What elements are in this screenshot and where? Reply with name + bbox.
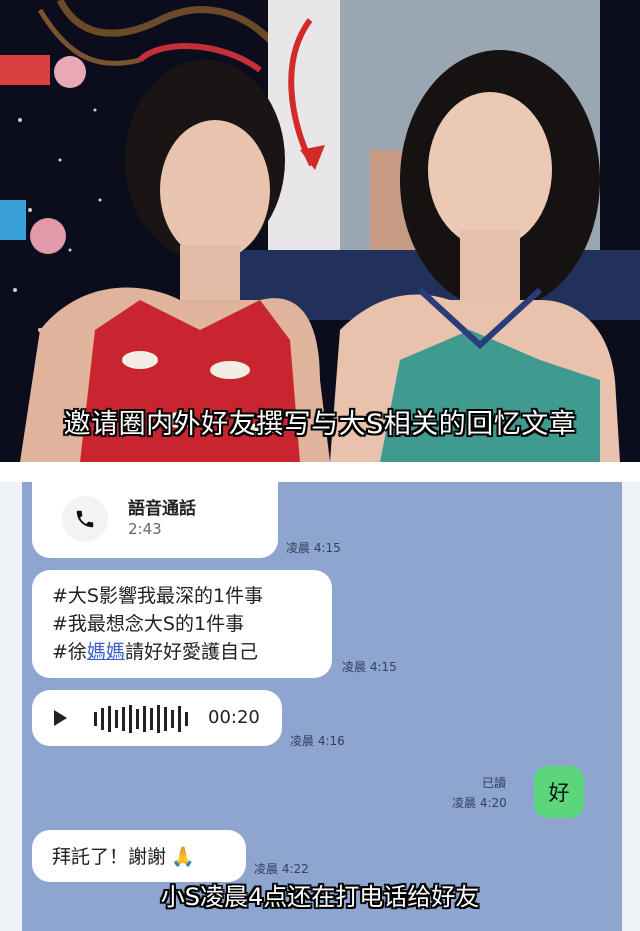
phone-icon bbox=[62, 496, 108, 542]
waveform-icon bbox=[94, 705, 188, 733]
call-timestamp: 凌晨 4:15 bbox=[286, 541, 341, 555]
thanks-text: 拜託了！謝謝 bbox=[52, 846, 167, 868]
voice-timestamp: 凌晨 4:16 bbox=[290, 734, 345, 748]
call-title: 語音通話 bbox=[128, 499, 196, 519]
message-timestamp: 凌晨 4:15 bbox=[342, 660, 397, 674]
message-line-3: #徐媽媽請好好愛護自己 bbox=[52, 638, 332, 666]
voice-message-bubble[interactable]: 00:20 bbox=[32, 690, 282, 746]
reply-timestamp: 凌晨 4:20 bbox=[452, 796, 507, 810]
reply-bubble[interactable]: 好 bbox=[534, 766, 584, 818]
thanks-message-bubble[interactable]: 拜託了！謝謝 🙏 bbox=[32, 830, 246, 882]
photo-caption: 邀请圈内外好友撰写与大S相关的回忆文章 bbox=[63, 409, 577, 440]
photo-panel: 邀请圈内外好友撰写与大S相关的回忆文章 bbox=[0, 0, 640, 462]
divider bbox=[0, 462, 640, 482]
read-receipt: 已讀 bbox=[482, 776, 507, 790]
thanks-timestamp: 凌晨 4:22 bbox=[254, 862, 309, 876]
message-line-1: #大S影響我最深的1件事 bbox=[52, 585, 264, 607]
voice-call-bubble[interactable]: 語音通話 2:43 bbox=[32, 482, 278, 558]
chat-screenshot: 語音通話 2:43 凌晨 4:15 #大S影響我最深的1件事 #我最想念大S的1… bbox=[22, 482, 622, 931]
photo-illustration bbox=[0, 0, 640, 462]
bottom-caption: 小S凌晨4点还在打电话给好友 bbox=[160, 883, 480, 911]
message-line-2: #我最想念大S的1件事 bbox=[52, 613, 245, 635]
side-margin-right bbox=[622, 482, 640, 931]
call-duration: 2:43 bbox=[128, 520, 162, 538]
pray-emoji-icon: 🙏 bbox=[171, 846, 195, 868]
message-line-3-suffix: 請好好愛護自己 bbox=[124, 641, 258, 663]
side-margin-left bbox=[0, 482, 22, 931]
play-icon[interactable] bbox=[54, 710, 67, 726]
message-line-3-prefix: #徐 bbox=[52, 641, 87, 663]
message-link[interactable]: 媽媽 bbox=[87, 641, 125, 663]
voice-duration: 00:20 bbox=[208, 707, 260, 728]
text-message-bubble[interactable]: #大S影響我最深的1件事 #我最想念大S的1件事 #徐媽媽請好好愛護自己 bbox=[32, 570, 332, 678]
